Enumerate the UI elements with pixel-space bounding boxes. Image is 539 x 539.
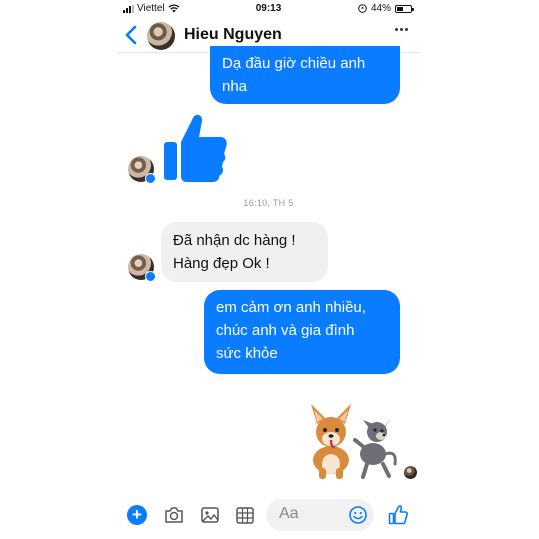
messenger-badge-icon (145, 173, 156, 184)
message-input[interactable]: Aa (266, 499, 374, 531)
message-line: sức khỏe (216, 345, 278, 362)
sender-avatar (128, 156, 156, 184)
photo-icon[interactable] (199, 504, 221, 526)
messenger-chat-screen: Viettel 09:13 44% Hieu Nguyen Dạ đầu giờ… (117, 0, 420, 539)
outgoing-message[interactable]: em cảm ơn anh nhiều, chúc anh và gia đìn… (204, 290, 400, 374)
contact-avatar[interactable] (147, 22, 175, 50)
status-bar: Viettel 09:13 44% (117, 0, 420, 18)
battery-fill (397, 6, 403, 11)
message-timestamp: 16:10, TH 5 (243, 198, 294, 208)
incoming-message[interactable]: Đã nhận dc hàng ! Hàng đẹp Ok ! (161, 222, 328, 282)
battery-icon (395, 4, 414, 13)
back-chevron-icon[interactable] (123, 24, 139, 46)
message-line: Hàng đẹp Ok ! (173, 255, 270, 272)
messenger-badge-icon (145, 271, 156, 282)
battery-percent: 44% (370, 3, 391, 14)
message-line: em cảm ơn anh nhiều, (216, 299, 366, 316)
message-line: Đã nhận dc hàng ! (173, 232, 296, 249)
like-icon[interactable] (387, 504, 409, 526)
sticker-grid-icon[interactable] (234, 504, 256, 526)
more-dots-icon[interactable] (395, 28, 408, 31)
dog-sticker[interactable] (305, 402, 401, 482)
contact-name[interactable]: Hieu Nguyen (184, 26, 282, 44)
message-line: Dạ đầu giờ chiều anh (222, 55, 366, 72)
status-right: 44% (358, 3, 414, 14)
plus-icon[interactable]: + (127, 505, 147, 525)
emoji-icon[interactable] (348, 505, 368, 525)
thumbs-up-icon (164, 114, 227, 182)
message-line: nha (222, 78, 248, 95)
location-arrow-icon (358, 4, 367, 13)
sender-avatar (128, 254, 156, 282)
camera-icon[interactable] (163, 504, 185, 526)
outgoing-message[interactable]: Dạ đầu giờ chiều anh nha (210, 46, 400, 104)
message-input-placeholder: Aa (279, 505, 299, 522)
message-composer: + Aa (117, 494, 420, 539)
seen-avatar (404, 466, 417, 479)
message-line: chúc anh và gia đình (216, 322, 355, 339)
